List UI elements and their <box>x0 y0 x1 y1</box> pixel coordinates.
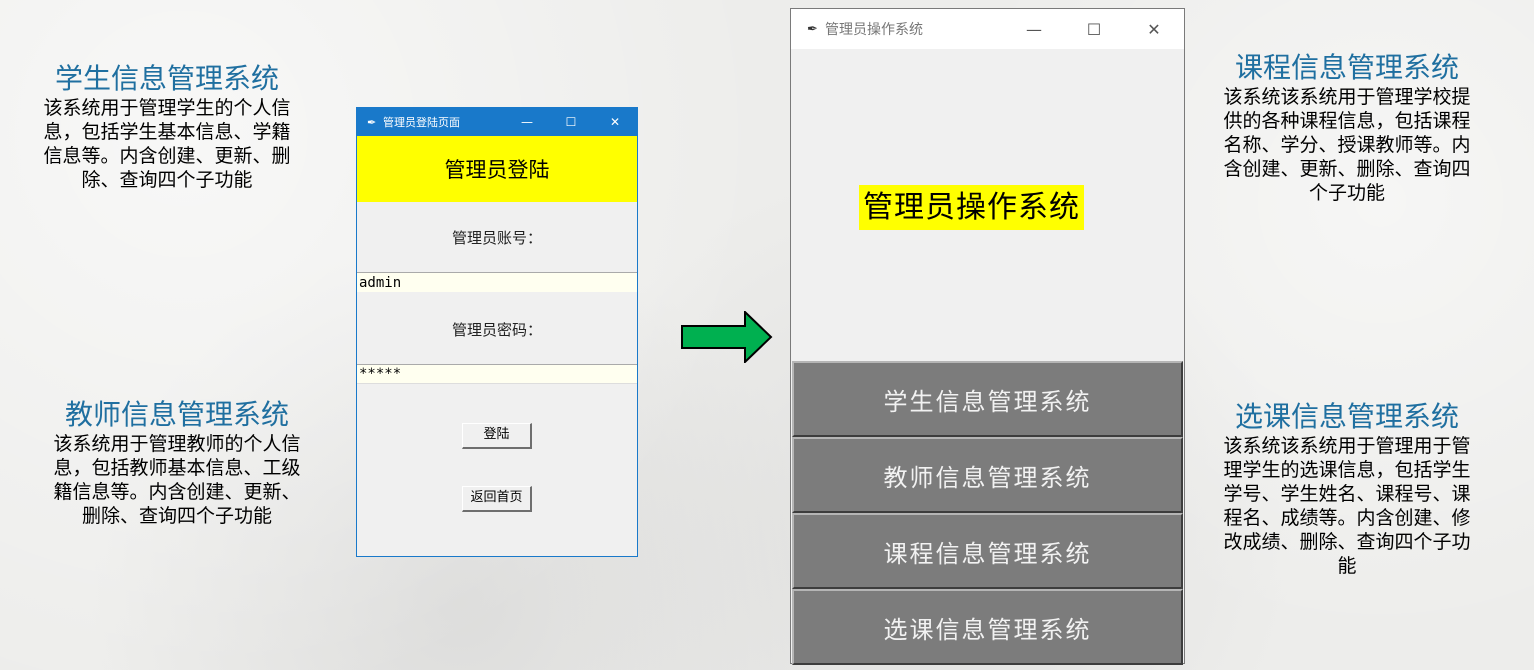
minimize-icon[interactable]: — <box>505 108 549 136</box>
arrow-right-icon <box>681 311 773 363</box>
selection-description-text: 该系统该系统用于管理用于管 理学生的选课信息，包括学生 学号、学生姓名、课程号、… <box>1190 434 1504 578</box>
teacher-system-button[interactable]: 教师信息管理系统 <box>792 437 1183 513</box>
login-titlebar[interactable]: ✒ 管理员登陆页面 — ☐ ✕ <box>357 108 637 136</box>
login-banner: 管理员登陆 <box>357 136 637 202</box>
login-window-controls: — ☐ ✕ <box>505 108 637 136</box>
desc-line: 删除、查询四个子功能 <box>81 505 272 527</box>
selection-system-button[interactable]: 选课信息管理系统 <box>792 589 1183 665</box>
admin-window-title: 管理员操作系统 <box>825 22 923 38</box>
student-system-button[interactable]: 学生信息管理系统 <box>792 361 1183 437</box>
student-description-text: 该系统用于管理学生的个人信 息，包括学生基本信息、学籍 信息等。内含创建、更新、… <box>8 96 326 192</box>
admin-titlebar[interactable]: ✒ 管理员操作系统 — ☐ ✕ <box>791 9 1184 49</box>
course-description-title: 课程信息管理系统 <box>1234 51 1459 84</box>
password-input[interactable]: ***** <box>357 364 637 384</box>
desc-line: 含创建、更新、删除、查询四 <box>1223 158 1471 180</box>
desc-line: 能 <box>1337 555 1357 577</box>
close-icon[interactable]: ✕ <box>1124 9 1184 49</box>
minimize-icon[interactable]: — <box>1004 9 1064 49</box>
desc-line: 除、查询四个子功能 <box>81 169 253 191</box>
password-label: 管理员密码： <box>451 321 542 339</box>
teacher-description: 教师信息管理系统 该系统用于管理教师的个人信 息，包括教师基本信息、工级 籍信息… <box>18 398 336 528</box>
desc-line: 该系统该系统用于管理用于管 <box>1223 435 1471 457</box>
desc-line: 该系统用于管理学生的个人信 <box>43 97 291 119</box>
desc-line: 该系统用于管理教师的个人信 <box>53 433 301 455</box>
desc-line: 息，包括教师基本信息、工级 <box>53 457 301 479</box>
account-label: 管理员账号： <box>451 229 542 247</box>
desc-line: 学号、学生姓名、课程号、课 <box>1223 483 1471 505</box>
selection-description-title: 选课信息管理系统 <box>1234 400 1459 433</box>
admin-window: ✒ 管理员操作系统 — ☐ ✕ 管理员操作系统 学生信息管理系统 教师信息管理系… <box>790 8 1185 665</box>
student-description-title: 学生信息管理系统 <box>54 62 279 95</box>
desc-line: 程名、成绩等。内含创建、修 <box>1223 507 1471 529</box>
desc-line: 信息等。内含创建、更新、删 <box>43 145 291 167</box>
course-description-text: 该系统该系统用于管理学校提 供的各种课程信息，包括课程 名称、学分、授课教师等。… <box>1190 85 1504 205</box>
desc-line: 供的各种课程信息，包括课程 <box>1223 110 1471 132</box>
close-icon[interactable]: ✕ <box>593 108 637 136</box>
account-input[interactable] <box>357 272 637 292</box>
course-system-button[interactable]: 课程信息管理系统 <box>792 513 1183 589</box>
teacher-description-title: 教师信息管理系统 <box>64 398 289 431</box>
desc-line: 个子功能 <box>1308 182 1385 204</box>
course-description: 课程信息管理系统 该系统该系统用于管理学校提 供的各种课程信息，包括课程 名称、… <box>1190 51 1504 205</box>
login-window-title: 管理员登陆页面 <box>383 116 460 129</box>
desc-line: 籍信息等。内含创建、更新、 <box>53 481 301 503</box>
admin-window-controls: — ☐ ✕ <box>1004 9 1184 49</box>
desc-line: 改成绩、删除、查询四个子功 <box>1223 531 1471 553</box>
admin-heading: 管理员操作系统 <box>859 185 1084 230</box>
selection-description: 选课信息管理系统 该系统该系统用于管理用于管 理学生的选课信息，包括学生 学号、… <box>1190 400 1504 578</box>
student-description: 学生信息管理系统 该系统用于管理学生的个人信 息，包括学生基本信息、学籍 信息等… <box>8 62 326 192</box>
login-button[interactable]: 登陆 <box>462 423 532 449</box>
teacher-description-text: 该系统用于管理教师的个人信 息，包括教师基本信息、工级 籍信息等。内含创建、更新… <box>18 432 336 528</box>
maximize-icon[interactable]: ☐ <box>1064 9 1124 49</box>
desc-line: 该系统该系统用于管理学校提 <box>1223 86 1471 108</box>
home-button[interactable]: 返回首页 <box>462 486 532 512</box>
desc-line: 息，包括学生基本信息、学籍 <box>43 121 291 143</box>
feather-icon: ✒ <box>367 115 377 129</box>
login-window: ✒ 管理员登陆页面 — ☐ ✕ 管理员登陆 管理员账号： 管理员密码： ****… <box>356 107 638 557</box>
desc-line: 名称、学分、授课教师等。内 <box>1223 134 1471 156</box>
desc-line: 理学生的选课信息，包括学生 <box>1223 459 1471 481</box>
maximize-icon[interactable]: ☐ <box>549 108 593 136</box>
feather-icon: ✒ <box>807 21 818 37</box>
